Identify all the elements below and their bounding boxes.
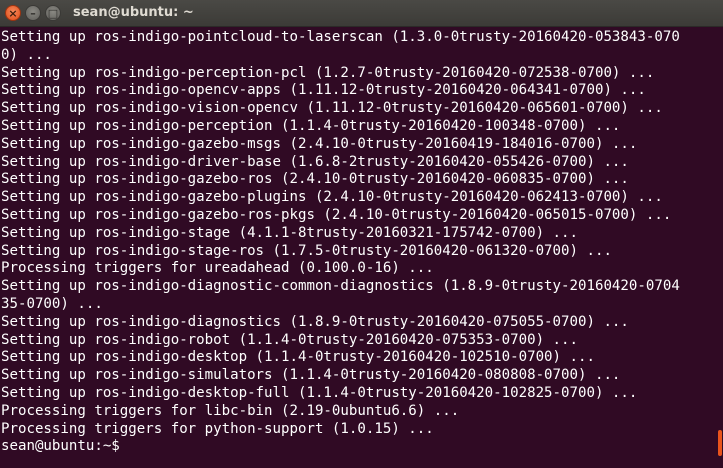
terminal-line: Processing triggers for libc-bin (2.19-0…	[1, 402, 460, 419]
terminal-line: Processing triggers for ureadahead (0.10…	[1, 260, 434, 277]
terminal-line: Setting up ros-indigo-diagnostic-common-…	[1, 278, 680, 295]
terminal-line: Setting up ros-indigo-stage (4.1.1-8trus…	[1, 224, 578, 241]
minimize-icon: –	[30, 6, 36, 20]
title-bar[interactable]: × – □ sean@ubuntu: ~	[0, 0, 723, 27]
window-title: sean@ubuntu: ~	[73, 5, 194, 20]
terminal-line: Setting up ros-indigo-gazebo-msgs (2.4.1…	[1, 135, 638, 152]
terminal-line: Setting up ros-indigo-simulators (1.1.4-…	[1, 367, 621, 384]
terminal-line: Setting up ros-indigo-perception-pcl (1.…	[1, 64, 655, 81]
terminal-line: Setting up ros-indigo-gazebo-ros (2.4.10…	[1, 171, 629, 188]
terminal-line: Processing triggers for python-support (…	[1, 420, 434, 437]
terminal-line: Setting up ros-indigo-perception (1.1.4-…	[1, 117, 621, 134]
terminal-line: Setting up ros-indigo-gazebo-ros-pkgs (2…	[1, 206, 672, 223]
terminal-line: Setting up ros-indigo-robot (1.1.4-0trus…	[1, 331, 578, 348]
close-icon: ×	[8, 6, 18, 20]
terminal-line: Setting up ros-indigo-driver-base (1.6.8…	[1, 153, 629, 170]
scrollbar-thumb[interactable]	[718, 430, 722, 456]
terminal-line: Setting up ros-indigo-gazebo-plugins (2.…	[1, 189, 663, 206]
minimize-button[interactable]: –	[25, 5, 41, 21]
terminal-line: Setting up ros-indigo-vision-opencv (1.1…	[1, 100, 663, 117]
terminal-line: Setting up ros-indigo-opencv-apps (1.11.…	[1, 82, 646, 99]
terminal-line: Setting up ros-indigo-diagnostics (1.8.9…	[1, 313, 629, 330]
terminal-line: 0) ...	[1, 46, 52, 63]
terminal-line: Setting up ros-indigo-desktop (1.1.4-0tr…	[1, 349, 595, 366]
terminal-window: × – □ sean@ubuntu: ~ Setting up ros-indi…	[0, 0, 723, 468]
terminal-line: 35-0700) ...	[1, 295, 103, 312]
terminal-output[interactable]: Setting up ros-indigo-pointcloud-to-lase…	[0, 27, 716, 468]
text-cursor	[128, 438, 136, 453]
maximize-button[interactable]: □	[45, 5, 61, 21]
terminal-line: Setting up ros-indigo-desktop-full (1.1.…	[1, 384, 638, 401]
close-button[interactable]: ×	[5, 5, 21, 21]
prompt-line[interactable]: sean@ubuntu:~$	[1, 438, 716, 456]
scrollbar[interactable]	[716, 27, 723, 468]
shell-prompt: sean@ubuntu:~$	[1, 438, 129, 455]
terminal-line: Setting up ros-indigo-stage-ros (1.7.5-0…	[1, 242, 612, 259]
terminal-line: Setting up ros-indigo-pointcloud-to-lase…	[1, 29, 680, 45]
maximize-icon: □	[47, 6, 59, 20]
